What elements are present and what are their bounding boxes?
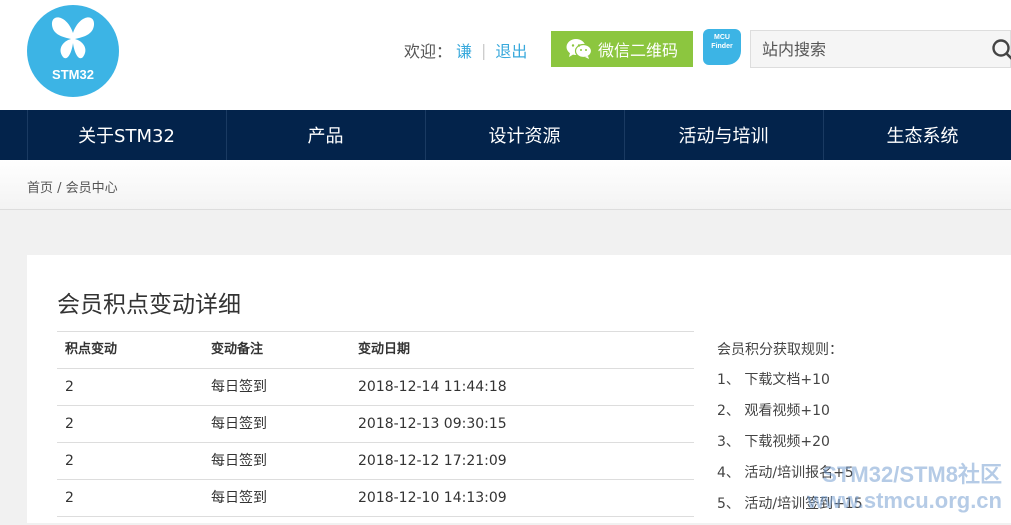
wechat-qr-button[interactable]: 微信二维码 xyxy=(551,31,693,67)
change-date: 2018-12-10 14:13:09 xyxy=(358,480,507,516)
change-date: 2018-12-12 17:21:09 xyxy=(358,443,507,479)
site-search xyxy=(750,30,1011,68)
logout-link[interactable]: 退出 xyxy=(495,38,527,62)
mcu-finder-badge[interactable]: MCU Finder xyxy=(703,29,741,65)
table-row: 2 每日签到 2018-12-13 09:30:15 xyxy=(57,406,694,443)
welcome-label: 欢迎： xyxy=(404,38,452,62)
logo-text: STM32 xyxy=(27,67,119,82)
rule-item: 1、 下载文档+10 xyxy=(717,370,863,401)
username-link[interactable]: 谦 xyxy=(456,38,472,62)
stm32-logo[interactable]: STM32 xyxy=(27,5,119,97)
column-header: 积点变动 xyxy=(65,332,117,368)
change-note: 每日签到 xyxy=(211,406,267,442)
column-header: 变动备注 xyxy=(211,332,263,368)
wechat-button-label: 微信二维码 xyxy=(598,37,678,61)
points-change: 2 xyxy=(65,443,74,479)
change-note: 每日签到 xyxy=(211,480,267,516)
nav-item-events-training[interactable]: 活动与培训 xyxy=(624,110,822,160)
search-icon[interactable] xyxy=(991,38,1011,62)
change-date: 2018-12-13 09:30:15 xyxy=(358,406,507,442)
change-date: 2018-12-14 11:44:18 xyxy=(358,369,507,405)
points-table: 积点变动 变动备注 变动日期 2 每日签到 2018-12-14 11:44:1… xyxy=(57,331,694,517)
change-note: 每日签到 xyxy=(211,443,267,479)
change-note: 每日签到 xyxy=(211,369,267,405)
mcu-finder-line1: MCU xyxy=(703,33,741,42)
search-input[interactable] xyxy=(751,31,981,67)
table-header: 积点变动 变动备注 变动日期 xyxy=(57,332,694,369)
table-row: 2 每日签到 2018-12-14 11:44:18 xyxy=(57,369,694,406)
mcu-finder-line2: Finder xyxy=(703,42,741,51)
nav-item-design-resources[interactable]: 设计资源 xyxy=(425,110,623,160)
nav-item-about[interactable]: 关于STM32 xyxy=(27,110,225,160)
divider: | xyxy=(481,41,486,60)
points-change: 2 xyxy=(65,369,74,405)
site-header: STM32 欢迎： 谦 | 退出 微信二维码 MCU Finder xyxy=(0,0,1011,110)
points-change: 2 xyxy=(65,480,74,516)
rules-title: 会员积分获取规则： xyxy=(717,339,863,359)
main-nav: 关于STM32 产品 设计资源 活动与培训 生态系统 xyxy=(0,110,1011,160)
page-title: 会员积点变动详细 xyxy=(57,285,241,319)
table-row: 2 每日签到 2018-12-10 14:13:09 xyxy=(57,480,694,517)
watermark-line1: STM32/STM8社区 xyxy=(780,462,1002,488)
rule-item: 3、 下载视频+20 xyxy=(717,432,863,463)
rule-item: 2、 观看视频+10 xyxy=(717,401,863,432)
breadcrumb[interactable]: 首页 / 会员中心 xyxy=(27,177,118,196)
breadcrumb-bar: 首页 / 会员中心 xyxy=(0,160,1011,210)
site-watermark: STM32/STM8社区 www.stmcu.org.cn xyxy=(780,462,1002,514)
butterfly-icon xyxy=(49,13,97,65)
user-welcome: 欢迎： 谦 | 退出 xyxy=(404,38,527,62)
watermark-line2: www.stmcu.org.cn xyxy=(780,488,1002,514)
points-change: 2 xyxy=(65,406,74,442)
table-row: 2 每日签到 2018-12-12 17:21:09 xyxy=(57,443,694,480)
nav-item-ecosystem[interactable]: 生态系统 xyxy=(823,110,1011,160)
wechat-icon xyxy=(566,38,592,60)
column-header: 变动日期 xyxy=(358,332,410,368)
nav-item-products[interactable]: 产品 xyxy=(226,110,424,160)
